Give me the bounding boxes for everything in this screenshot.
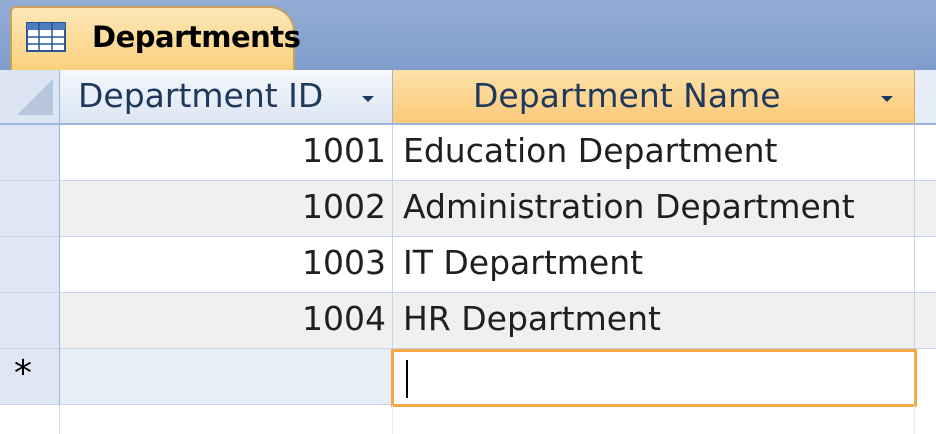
cell-empty[interactable] [915, 125, 936, 181]
cell-department-id[interactable]: 1002 [60, 181, 393, 237]
cell-department-id-new[interactable] [60, 349, 393, 405]
cell-empty[interactable] [915, 293, 936, 349]
column-header-add-new-field[interactable] [915, 70, 936, 125]
cell-department-id[interactable]: 1001 [60, 125, 393, 181]
table-row: 1001 Education Department [0, 125, 936, 181]
text-caret [406, 360, 408, 398]
column-header-department-name[interactable]: Department Name [393, 70, 915, 125]
record-selector[interactable] [0, 181, 60, 237]
datasheet-grid: Department ID Department Name 1001 Educa… [0, 70, 936, 434]
cell-department-id[interactable]: 1003 [60, 237, 393, 293]
access-datasheet-window: Departments Department ID Department Nam… [0, 0, 936, 434]
empty-grid-area [0, 405, 936, 434]
new-record-selector[interactable]: * [0, 349, 60, 405]
empty-cell [60, 405, 393, 434]
column-header-label: Department ID [78, 76, 324, 115]
record-selector[interactable] [0, 125, 60, 181]
cell-empty[interactable] [915, 181, 936, 237]
department-name-input[interactable] [391, 349, 917, 407]
record-selector[interactable] [0, 293, 60, 349]
cell-department-name[interactable]: Education Department [393, 125, 915, 181]
cell-department-name[interactable]: HR Department [393, 293, 915, 349]
empty-selector-area [0, 405, 60, 434]
cell-empty[interactable] [915, 237, 936, 293]
select-all-button[interactable] [0, 70, 60, 125]
cell-department-name[interactable]: Administration Department [393, 181, 915, 237]
record-selector[interactable] [0, 237, 60, 293]
cell-department-name[interactable]: IT Department [393, 237, 915, 293]
cell-department-id[interactable]: 1004 [60, 293, 393, 349]
column-header-department-id[interactable]: Department ID [60, 70, 393, 125]
empty-cell [393, 405, 915, 434]
new-record-asterisk-icon: * [14, 353, 32, 394]
new-record-row: * [0, 349, 936, 407]
table-row: 1003 IT Department [0, 237, 936, 293]
chevron-down-icon[interactable] [362, 96, 374, 102]
chevron-down-icon[interactable] [881, 96, 893, 102]
column-header-label: Department Name [473, 76, 781, 115]
table-row: 1004 HR Department [0, 293, 936, 349]
select-all-triangle-icon [17, 79, 53, 115]
tab-label: Departments [92, 20, 301, 54]
table-row: 1002 Administration Department [0, 181, 936, 237]
document-tab-strip: Departments [0, 0, 936, 70]
departments-tab[interactable]: Departments [10, 6, 301, 70]
table-icon [26, 22, 66, 52]
